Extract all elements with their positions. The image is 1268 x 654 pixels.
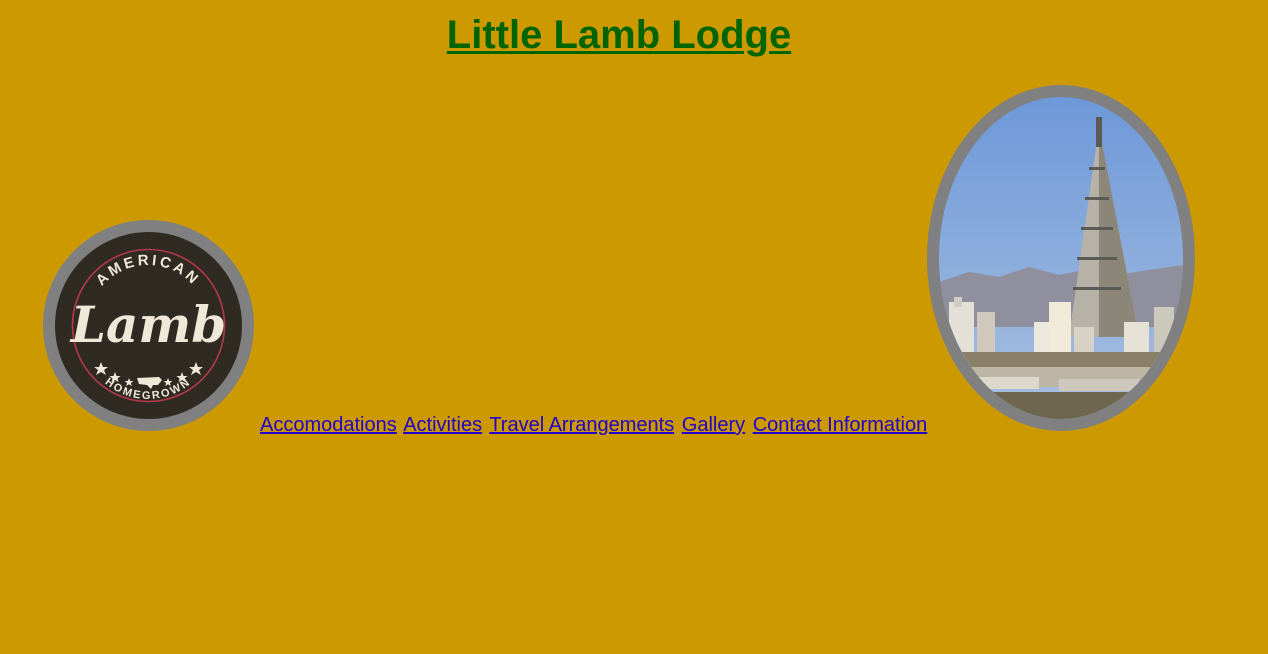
photo-frame [927, 85, 1195, 431]
city-skyline-photo [939, 97, 1183, 419]
logo-script: Lamb [69, 295, 226, 354]
nav-link-activities[interactable]: Activities [403, 414, 482, 436]
nav-link-gallery[interactable]: Gallery [682, 414, 745, 436]
nav-link-accomodations[interactable]: Accomodations [260, 414, 397, 436]
page-title: Little Lamb Lodge [0, 11, 1238, 59]
main-nav: Accomodations Activities Travel Arrangem… [260, 412, 929, 438]
page-title-link[interactable]: Little Lamb Lodge [447, 13, 791, 57]
nav-link-contact-information[interactable]: Contact Information [753, 414, 928, 436]
nav-link-travel-arrangements[interactable]: Travel Arrangements [489, 414, 674, 436]
american-lamb-logo: AMERICAN Lamb HOMEGROWN [55, 232, 242, 419]
logo-frame: AMERICAN Lamb HOMEGROWN [43, 220, 254, 431]
